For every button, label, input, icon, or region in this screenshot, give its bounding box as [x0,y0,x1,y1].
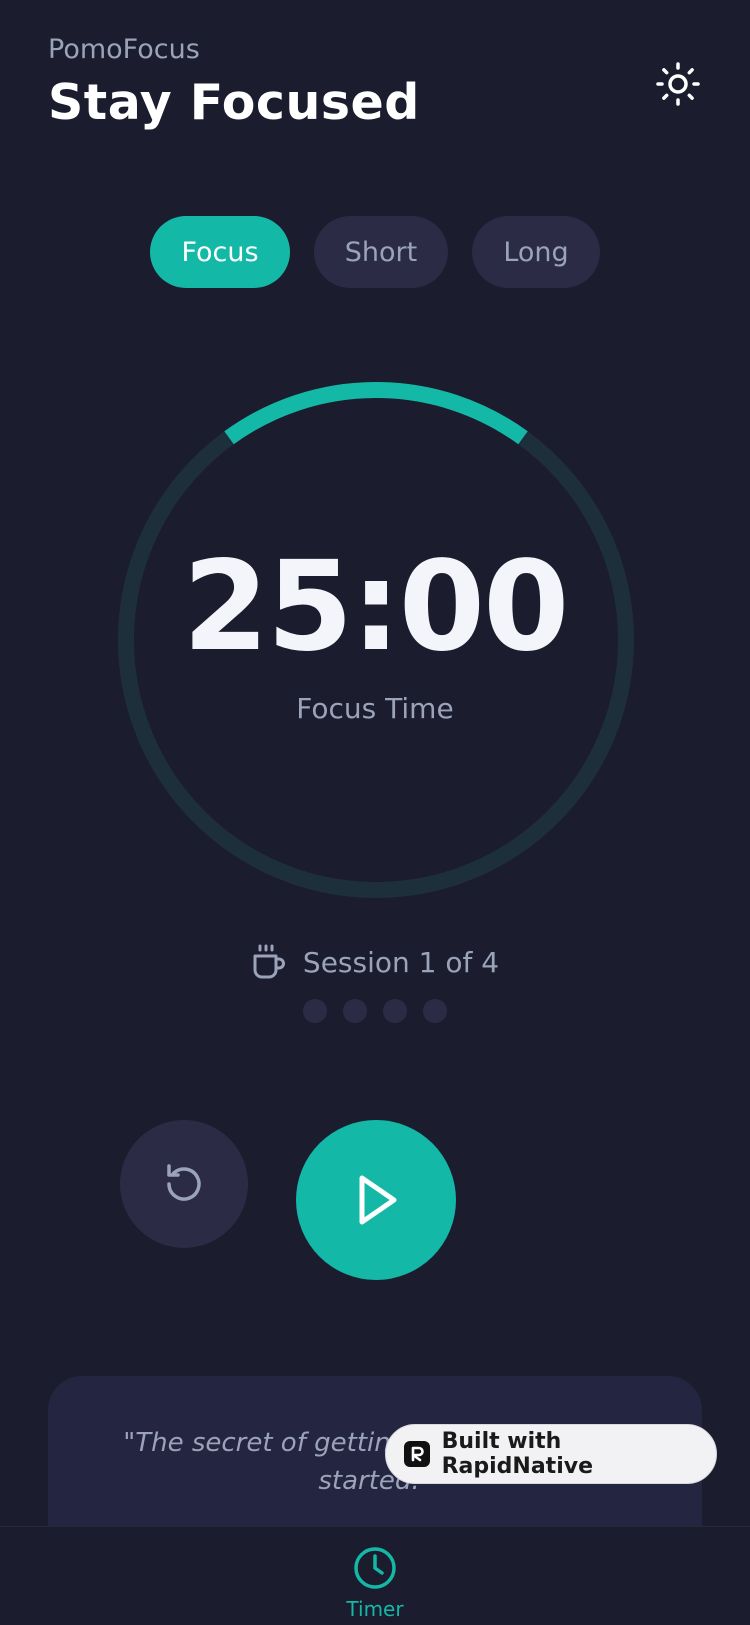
page-title: Stay Focused [48,74,420,131]
mode-short-button[interactable]: Short [314,216,448,288]
session-indicator: Session 1 of 4 [0,944,750,980]
rapidnative-logo-icon [404,1441,430,1467]
session-dot [303,999,327,1023]
session-dots [0,999,750,1023]
timer-display: 25:00 [182,535,570,679]
mode-focus-button[interactable]: Focus [150,216,290,288]
coffee-cup-icon [253,944,285,979]
mode-long-button[interactable]: Long [472,216,600,288]
mode-selector: Focus Short Long [0,216,750,288]
clock-icon [354,1547,396,1589]
built-with-badge[interactable]: Built with RapidNative [385,1424,717,1484]
bottom-tab-bar: Timer [0,1526,750,1625]
reset-icon [167,1164,201,1201]
badge-label: Built with RapidNative [441,1429,593,1479]
play-icon [359,1175,397,1225]
session-dot [343,999,367,1023]
timer-mode-label: Focus Time [296,692,454,725]
app-name: PomoFocus [48,34,200,65]
sun-icon [656,62,700,106]
play-button[interactable] [296,1120,456,1280]
tab-timer-label: Timer [346,1597,404,1621]
tab-timer[interactable]: Timer [0,1545,750,1621]
session-text: Session 1 of 4 [302,945,500,979]
reset-button[interactable] [120,1120,248,1248]
session-dot [383,999,407,1023]
session-dot [423,999,447,1023]
theme-toggle-button[interactable] [652,58,704,110]
